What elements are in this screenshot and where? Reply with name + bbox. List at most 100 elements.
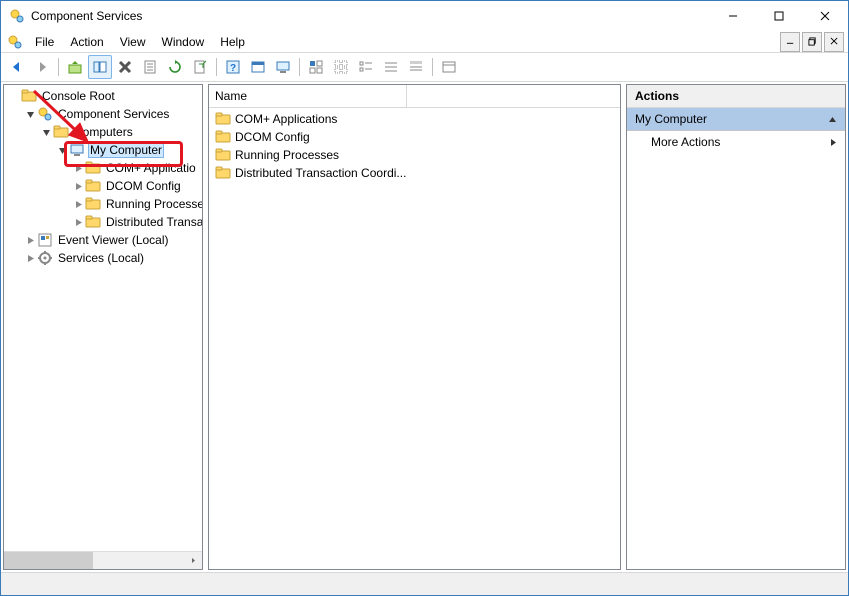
list-item[interactable]: DCOM Config (209, 128, 620, 146)
tree-computers-label: Computers (72, 124, 135, 140)
tree-services[interactable]: Services (Local) (24, 249, 202, 267)
folder-icon (85, 160, 101, 176)
toolbar-help-button[interactable]: ? (221, 55, 245, 79)
tree-complus[interactable]: COM+ Applicatio (72, 159, 202, 177)
list-item-label: DCOM Config (235, 130, 310, 144)
mdi-window-controls (780, 32, 848, 52)
list-column-header[interactable]: Name (209, 85, 620, 108)
tree-root-label: Console Root (40, 88, 117, 104)
tree-my-computer-label: My Computer (88, 142, 164, 158)
menu-action[interactable]: Action (62, 33, 111, 51)
tree-root-console[interactable]: Console Root (8, 87, 202, 105)
tree-dtc[interactable]: Distributed Transa (72, 213, 202, 231)
mdi-restore-button[interactable] (802, 32, 822, 52)
mdi-close-button[interactable] (824, 32, 844, 52)
chevron-right-icon[interactable] (72, 162, 84, 174)
toolbar-properties-button[interactable] (138, 55, 162, 79)
actions-context-header[interactable]: My Computer (627, 108, 845, 131)
app-icon (9, 8, 25, 24)
toolbar-view-status-button[interactable] (304, 55, 328, 79)
toolbar: ? (1, 53, 848, 81)
list-item[interactable]: COM+ Applications (209, 110, 620, 128)
scroll-right-arrow-icon[interactable] (185, 552, 202, 569)
event-viewer-icon (37, 232, 53, 248)
toolbar-view-list-button[interactable] (379, 55, 403, 79)
column-name[interactable]: Name (209, 85, 407, 107)
tree-horizontal-scrollbar[interactable] (4, 551, 202, 569)
chevron-down-icon[interactable] (24, 108, 36, 120)
tree-computers[interactable]: Computers (40, 123, 202, 141)
tree-running-label: Running Processe (104, 196, 202, 212)
folder-open-icon (21, 88, 37, 104)
chevron-down-icon[interactable] (56, 144, 68, 156)
list-pane: Name COM+ Applications DCOM Config Runni… (208, 84, 621, 570)
folder-icon (215, 165, 231, 181)
tree-complus-label: COM+ Applicatio (104, 160, 198, 176)
tree-running[interactable]: Running Processe (72, 195, 202, 213)
toolbar-window-button[interactable] (246, 55, 270, 79)
computer-icon (69, 142, 85, 158)
chevron-right-icon[interactable] (24, 234, 36, 246)
window-maximize-button[interactable] (756, 1, 802, 31)
toolbar-view-detail-button[interactable] (404, 55, 428, 79)
menu-file[interactable]: File (27, 33, 62, 51)
toolbar-back-button[interactable] (5, 55, 29, 79)
toolbar-up-button[interactable] (63, 55, 87, 79)
chevron-right-icon[interactable] (72, 216, 84, 228)
chevron-right-icon[interactable] (72, 180, 84, 192)
chevron-right-icon[interactable] (72, 198, 84, 210)
toolbar-forward-button[interactable] (30, 55, 54, 79)
list-body[interactable]: COM+ Applications DCOM Config Running Pr… (209, 108, 620, 184)
toolbar-computer-icon[interactable] (271, 55, 295, 79)
folder-icon (215, 129, 231, 145)
list-item[interactable]: Distributed Transaction Coordi... (209, 164, 620, 182)
folder-icon (53, 124, 69, 140)
tree-dcom-label: DCOM Config (104, 178, 183, 194)
status-bar (1, 572, 848, 595)
mdi-app-icon (7, 34, 23, 50)
actions-more-actions[interactable]: More Actions (627, 131, 845, 153)
list-item-label: Running Processes (235, 148, 339, 162)
menu-window[interactable]: Window (154, 33, 213, 51)
chevron-blank-icon (8, 90, 20, 102)
tree-dcom[interactable]: DCOM Config (72, 177, 202, 195)
toolbar-export-button[interactable] (188, 55, 212, 79)
tree-scroll-area[interactable]: Console Root Component Services (4, 85, 202, 551)
list-item-label: Distributed Transaction Coordi... (235, 166, 406, 180)
services-icon (37, 250, 53, 266)
window-minimize-button[interactable] (710, 1, 756, 31)
tree-event-viewer[interactable]: Event Viewer (Local) (24, 231, 202, 249)
actions-more-label: More Actions (651, 135, 720, 149)
svg-text:?: ? (230, 63, 236, 74)
folder-icon (85, 178, 101, 194)
toolbar-view-small-button[interactable] (354, 55, 378, 79)
toolbar-extra-button[interactable] (437, 55, 461, 79)
tree-component-services[interactable]: Component Services (24, 105, 202, 123)
component-services-icon (37, 106, 53, 122)
actions-context-label: My Computer (635, 112, 707, 126)
tree-dtc-label: Distributed Transa (104, 214, 202, 230)
tree-services-label: Services (Local) (56, 250, 146, 266)
toolbar-refresh-button[interactable] (163, 55, 187, 79)
menu-view[interactable]: View (112, 33, 154, 51)
list-item[interactable]: Running Processes (209, 146, 620, 164)
collapse-up-icon[interactable] (828, 115, 837, 124)
toolbar-delete-button[interactable] (113, 55, 137, 79)
folder-icon (215, 111, 231, 127)
tree-event-label: Event Viewer (Local) (56, 232, 171, 248)
chevron-right-icon[interactable] (24, 252, 36, 264)
submenu-arrow-icon (830, 138, 837, 147)
tree-pane: Console Root Component Services (3, 84, 203, 570)
mdi-minimize-button[interactable] (780, 32, 800, 52)
window-close-button[interactable] (802, 1, 848, 31)
column-name-label: Name (215, 89, 247, 103)
scrollbar-thumb[interactable] (4, 552, 93, 569)
toolbar-view-large-button[interactable] (329, 55, 353, 79)
toolbar-show-hide-button[interactable] (88, 55, 112, 79)
folder-icon (85, 196, 101, 212)
tree-my-computer[interactable]: My Computer (56, 141, 202, 159)
list-item-label: COM+ Applications (235, 112, 337, 126)
menu-help[interactable]: Help (212, 33, 253, 51)
content-area: Console Root Component Services (1, 81, 848, 572)
chevron-down-icon[interactable] (40, 126, 52, 138)
